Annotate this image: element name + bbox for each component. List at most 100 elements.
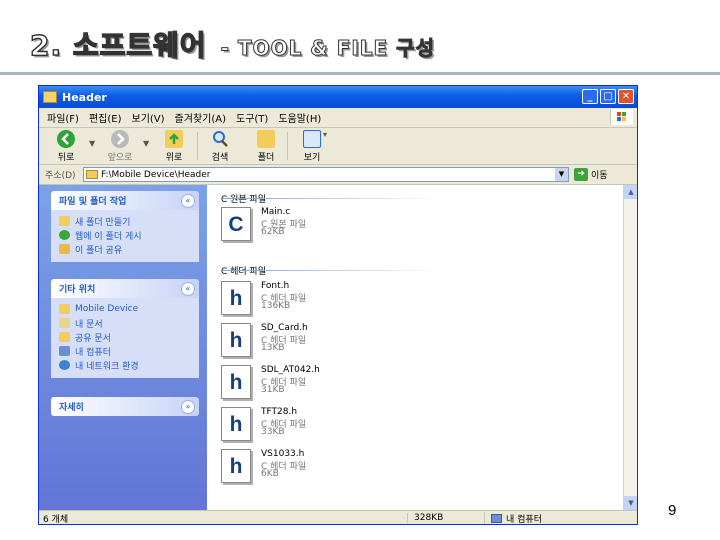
- address-label: 주소(D): [45, 171, 76, 181]
- back-label: 뒤로: [57, 153, 75, 163]
- c-header-file-icon: h: [221, 323, 251, 357]
- panel-body: Mobile Device 내 문서 공유 문서 내 컴퓨터 내 네트워크 환경: [51, 298, 199, 378]
- place-my-network[interactable]: 내 네트워크 환경: [59, 358, 199, 372]
- go-button-label[interactable]: 이동: [591, 168, 608, 181]
- vertical-scrollbar[interactable]: ▲ ▼: [623, 185, 637, 510]
- search-button[interactable]: 검색: [203, 130, 237, 163]
- collapse-icon[interactable]: «: [181, 281, 195, 296]
- panel-header[interactable]: 파일 및 폴더 작업 «: [51, 191, 199, 210]
- back-dropdown-icon[interactable]: ▼: [89, 139, 95, 148]
- group-header-c-source: C 원본 파일: [221, 187, 441, 205]
- folders-button[interactable]: 폴더: [249, 130, 283, 163]
- c-header-file-icon: h: [221, 407, 251, 441]
- place-label: 내 컴퓨터: [75, 347, 111, 358]
- file-size: 136KB: [261, 301, 291, 311]
- file-name: Font.h: [261, 281, 290, 291]
- views-dropdown-icon[interactable]: ▾: [323, 130, 327, 139]
- status-object-count: 6 개체: [43, 514, 69, 525]
- c-header-file-icon: h: [221, 365, 251, 399]
- panel-body: 새 폴더 만들기 웹에 이 폴더 게시 이 폴더 공유: [51, 210, 199, 262]
- title-divider: [0, 72, 720, 75]
- group-header-c-header: C 헤더 파일: [221, 259, 441, 277]
- task-label: 웹에 이 폴더 게시: [75, 231, 142, 242]
- place-mobile-device[interactable]: Mobile Device: [59, 302, 199, 316]
- toolbar-separator: [197, 132, 198, 160]
- minimize-button[interactable]: _: [582, 89, 598, 104]
- scroll-down-icon[interactable]: ▼: [624, 496, 637, 510]
- c-header-file-icon: h: [221, 281, 251, 315]
- panel-title: 자세히: [59, 403, 84, 413]
- folder-icon: [59, 332, 70, 342]
- expand-icon[interactable]: »: [181, 399, 195, 414]
- place-my-computer[interactable]: 내 컴퓨터: [59, 344, 199, 358]
- search-icon: [211, 130, 229, 148]
- status-bar: 6 개체 328KB 내 컴퓨터: [39, 510, 637, 525]
- menu-favorites[interactable]: 즐겨찾기(A): [175, 110, 226, 125]
- up-label: 위로: [165, 153, 183, 163]
- computer-icon: [59, 346, 70, 356]
- file-item[interactable]: C Main.c C 원본 파일 62KB: [221, 207, 411, 245]
- scroll-up-icon[interactable]: ▲: [624, 185, 637, 199]
- address-field[interactable]: F:\Mobile Device\Header ▼: [83, 167, 569, 182]
- address-bar: 주소(D) F:\Mobile Device\Header ▼ ➔ 이동: [39, 165, 637, 185]
- file-name: VS1033.h: [261, 449, 305, 459]
- details-panel: 자세히 »: [51, 397, 199, 416]
- globe-icon: [59, 230, 70, 240]
- windows-logo-icon: [610, 109, 633, 125]
- maximize-button[interactable]: □: [600, 89, 616, 104]
- up-folder-icon: [165, 130, 183, 148]
- folders-icon: [257, 130, 275, 148]
- folder-icon: [86, 170, 98, 179]
- file-item[interactable]: h TFT28.h C 헤더 파일 33KB: [221, 407, 411, 445]
- panel-title: 기타 위치: [59, 285, 96, 295]
- go-arrow-icon[interactable]: ➔: [574, 168, 588, 181]
- panel-header[interactable]: 자세히 »: [51, 397, 199, 416]
- menu-edit[interactable]: 편집(E): [89, 110, 122, 125]
- forward-dropdown-icon[interactable]: ▼: [143, 139, 149, 148]
- file-item[interactable]: h SD_Card.h C 헤더 파일 13KB: [221, 323, 411, 361]
- menu-tools[interactable]: 도구(T): [236, 110, 268, 125]
- folder-icon: [43, 91, 57, 103]
- back-button[interactable]: 뒤로: [49, 130, 83, 163]
- window-titlebar[interactable]: Header _ □ ✕: [39, 86, 637, 108]
- file-item[interactable]: h Font.h C 헤더 파일 136KB: [221, 281, 411, 319]
- panel-title: 파일 및 폴더 작업: [59, 197, 127, 207]
- file-list: C 원본 파일 C Main.c C 원본 파일 62KB C 헤더 파일 h …: [207, 185, 623, 510]
- menu-view[interactable]: 보기(V): [132, 110, 165, 125]
- place-shared-documents[interactable]: 공유 문서: [59, 330, 199, 344]
- folder-icon: [59, 304, 70, 314]
- task-publish-web[interactable]: 웹에 이 폴더 게시: [59, 228, 199, 242]
- forward-button[interactable]: 앞으로: [103, 130, 137, 163]
- close-button[interactable]: ✕: [618, 89, 634, 104]
- collapse-icon[interactable]: «: [181, 193, 195, 208]
- task-pane: 파일 및 폴더 작업 « 새 폴더 만들기 웹에 이 폴더 게시 이 폴더 공유: [39, 185, 207, 510]
- file-folder-tasks-panel: 파일 및 폴더 작업 « 새 폴더 만들기 웹에 이 폴더 게시 이 폴더 공유: [51, 191, 199, 262]
- file-name: SDL_AT042.h: [261, 365, 320, 375]
- file-size: 33KB: [261, 427, 285, 437]
- place-my-documents[interactable]: 내 문서: [59, 316, 199, 330]
- file-name: Main.c: [261, 207, 291, 217]
- menu-file[interactable]: 파일(F): [47, 110, 79, 125]
- file-size: 6KB: [261, 469, 279, 479]
- panel-header[interactable]: 기타 위치 «: [51, 279, 199, 298]
- task-make-new-folder[interactable]: 새 폴더 만들기: [59, 214, 199, 228]
- back-icon: [57, 130, 75, 148]
- status-location-label: 내 컴퓨터: [506, 514, 542, 525]
- menu-help[interactable]: 도움말(H): [278, 110, 321, 125]
- file-item[interactable]: h VS1033.h C 헤더 파일 6KB: [221, 449, 411, 487]
- file-name: TFT28.h: [261, 407, 298, 417]
- place-label: Mobile Device: [75, 304, 139, 314]
- address-dropdown-icon[interactable]: ▼: [555, 168, 568, 181]
- c-source-file-icon: C: [221, 207, 251, 241]
- up-button[interactable]: 위로: [157, 130, 191, 163]
- task-share-folder[interactable]: 이 폴더 공유: [59, 242, 199, 256]
- views-icon: [303, 130, 321, 148]
- window-title: Header: [62, 90, 107, 104]
- place-label: 공유 문서: [75, 333, 111, 344]
- file-item[interactable]: h SDL_AT042.h C 헤더 파일 31KB: [221, 365, 411, 403]
- slide-title: 2. 소프트웨어 - TOOL & FILE 구성: [29, 24, 435, 64]
- documents-folder-icon: [59, 318, 70, 328]
- status-total-size: 328KB: [407, 513, 484, 523]
- search-label: 검색: [211, 153, 229, 163]
- task-label: 새 폴더 만들기: [75, 217, 131, 228]
